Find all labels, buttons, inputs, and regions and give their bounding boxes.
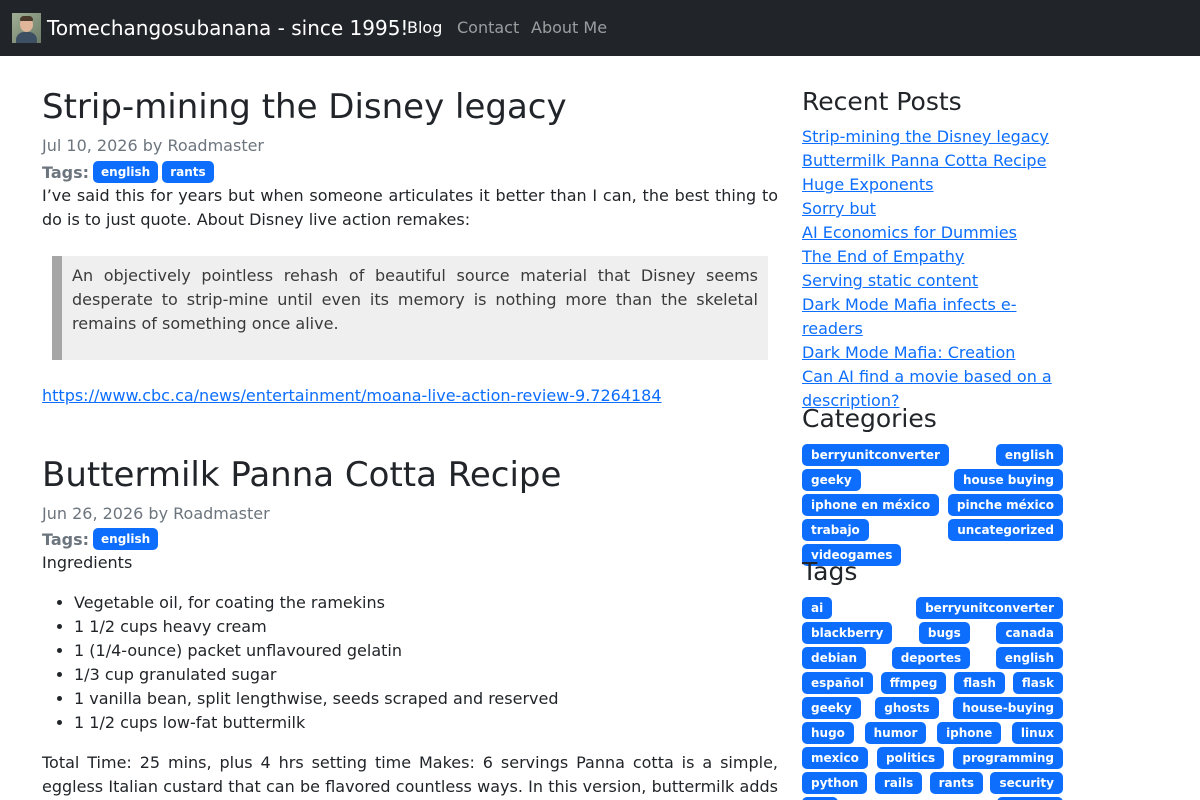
category-badge[interactable]: trabajo <box>802 519 869 541</box>
list-item: 1 (1/4-ounce) packet unflavoured gelatin <box>74 639 559 663</box>
tag-badge[interactable]: debian <box>802 647 867 669</box>
nav-blog[interactable]: Blog <box>407 17 442 39</box>
recent-posts-heading: Recent Posts <box>802 87 962 116</box>
tag-badge[interactable]: blackberry <box>802 622 893 644</box>
tags-label: Tags: <box>42 162 90 182</box>
tag-badge[interactable]: english <box>995 647 1063 669</box>
category-badge[interactable]: geeky <box>802 469 861 491</box>
categories-cloud: berryunitconverter english geeky house b… <box>802 444 1063 566</box>
list-item: Vegetable oil, for coating the ramekins <box>74 591 559 615</box>
recent-post-link[interactable]: AI Economics for Dummies <box>802 223 1017 242</box>
recent-post-link[interactable]: Buttermilk Panna Cotta Recipe <box>802 151 1046 170</box>
post-title[interactable]: Buttermilk Panna Cotta Recipe <box>42 454 561 496</box>
tag-badge-english[interactable]: english <box>93 528 159 550</box>
category-badge[interactable]: house buying <box>954 469 1063 491</box>
list-item: Sorry but <box>802 197 1064 221</box>
navbar: Tomechangosubanana - since 1995! Blog Co… <box>0 0 1200 56</box>
list-item: 1/3 cup granulated sugar <box>74 663 559 687</box>
blockquote: An objectively pointless rehash of beaut… <box>52 256 768 360</box>
tag-badge[interactable]: house-buying <box>953 697 1063 719</box>
nav-about-me[interactable]: About Me <box>531 17 607 39</box>
tag-badge[interactable]: deportes <box>891 647 971 669</box>
tag-badge[interactable]: berryunitconverter <box>916 597 1063 619</box>
post-meta: Jul 10, 2026 by Roadmaster <box>42 136 265 155</box>
list-item: The End of Empathy <box>802 245 1064 269</box>
list-item: Huge Exponents <box>802 173 1064 197</box>
author-avatar[interactable] <box>12 13 41 43</box>
categories-heading: Categories <box>802 404 937 433</box>
post-tags: Tags: english <box>42 527 159 551</box>
category-badge[interactable]: uncategorized <box>948 519 1063 541</box>
tag-badge[interactable]: geeky <box>802 697 861 719</box>
tag-badge[interactable]: flask <box>1012 672 1063 694</box>
nav-contact[interactable]: Contact <box>457 17 519 39</box>
tag-badge[interactable]: flash <box>954 672 1005 694</box>
tag-badge[interactable]: linux <box>1011 722 1063 744</box>
tag-badge[interactable]: rants <box>929 772 984 794</box>
tag-badge[interactable]: programming <box>953 747 1063 769</box>
tag-badge[interactable]: mexico <box>802 747 868 769</box>
post-body: Total Time: 25 mins, plus 4 hrs setting … <box>42 753 778 796</box>
recent-post-link[interactable]: Dark Mode Mafia infects e-readers <box>802 295 1016 338</box>
list-item: Dark Mode Mafia infects e-readers <box>802 293 1064 341</box>
recent-post-link[interactable]: Dark Mode Mafia: Creation <box>802 343 1015 362</box>
tags-label: Tags: <box>42 529 90 549</box>
post-title[interactable]: Strip-mining the Disney legacy <box>42 86 567 128</box>
tag-badge[interactable]: ai <box>802 597 833 619</box>
external-link[interactable]: https://www.cbc.ca/news/entertainment/mo… <box>42 385 662 407</box>
list-item: AI Economics for Dummies <box>802 221 1064 245</box>
tag-badge[interactable]: politics <box>877 747 945 769</box>
tags-cloud: ai berryunitconverter blackberry bugs ca… <box>802 597 1063 800</box>
tag-badge[interactable]: hugo <box>802 722 854 744</box>
tag-badge[interactable]: ffmpeg <box>880 672 947 694</box>
category-badge[interactable]: berryunitconverter <box>802 444 949 466</box>
category-badge[interactable]: iphone en méxico <box>802 494 940 516</box>
category-badge[interactable]: english <box>995 444 1063 466</box>
tags-heading: Tags <box>802 557 858 586</box>
list-item: 1 1/2 cups low-fat buttermilk <box>74 711 559 735</box>
site-title[interactable]: Tomechangosubanana - since 1995! <box>47 14 408 42</box>
list-item: 1 vanilla bean, split lengthwise, seeds … <box>74 687 559 711</box>
tag-badge[interactable]: ghosts <box>875 697 939 719</box>
tag-badge[interactable]: rails <box>874 772 923 794</box>
tag-badge-rants[interactable]: rants <box>162 161 214 183</box>
tag-badge[interactable]: humor <box>864 722 927 744</box>
post-meta: Jun 26, 2026 by Roadmaster <box>42 504 270 523</box>
recent-post-link[interactable]: Huge Exponents <box>802 175 934 194</box>
list-item: Dark Mode Mafia: Creation <box>802 341 1064 365</box>
post-tags: Tags: english rants <box>42 160 214 184</box>
list-item: Strip-mining the Disney legacy <box>802 125 1064 149</box>
tag-badge[interactable]: python <box>802 772 868 794</box>
recent-post-link[interactable]: Sorry but <box>802 199 876 218</box>
tag-badge[interactable]: iphone <box>937 722 1002 744</box>
tag-badge[interactable]: security <box>990 772 1063 794</box>
post-intro: I’ve said this for years but when someon… <box>42 186 778 229</box>
recent-post-link[interactable]: Strip-mining the Disney legacy <box>802 127 1049 146</box>
recent-post-link[interactable]: The End of Empathy <box>802 247 964 266</box>
recent-posts-list: Strip-mining the Disney legacy Buttermil… <box>802 125 1064 413</box>
tag-badge[interactable]: canada <box>996 622 1063 644</box>
list-item: Buttermilk Panna Cotta Recipe <box>802 149 1064 173</box>
tag-badge-english[interactable]: english <box>93 161 159 183</box>
category-badge[interactable]: pinche méxico <box>947 494 1063 516</box>
ingredients-list: Vegetable oil, for coating the ramekins … <box>74 591 559 735</box>
ingredients-heading: Ingredients <box>42 553 133 572</box>
list-item: 1 1/2 cups heavy cream <box>74 615 559 639</box>
tag-badge[interactable]: español <box>802 672 873 694</box>
list-item: Serving static content <box>802 269 1064 293</box>
recent-post-link[interactable]: Serving static content <box>802 271 978 290</box>
tag-badge[interactable]: bugs <box>918 622 970 644</box>
